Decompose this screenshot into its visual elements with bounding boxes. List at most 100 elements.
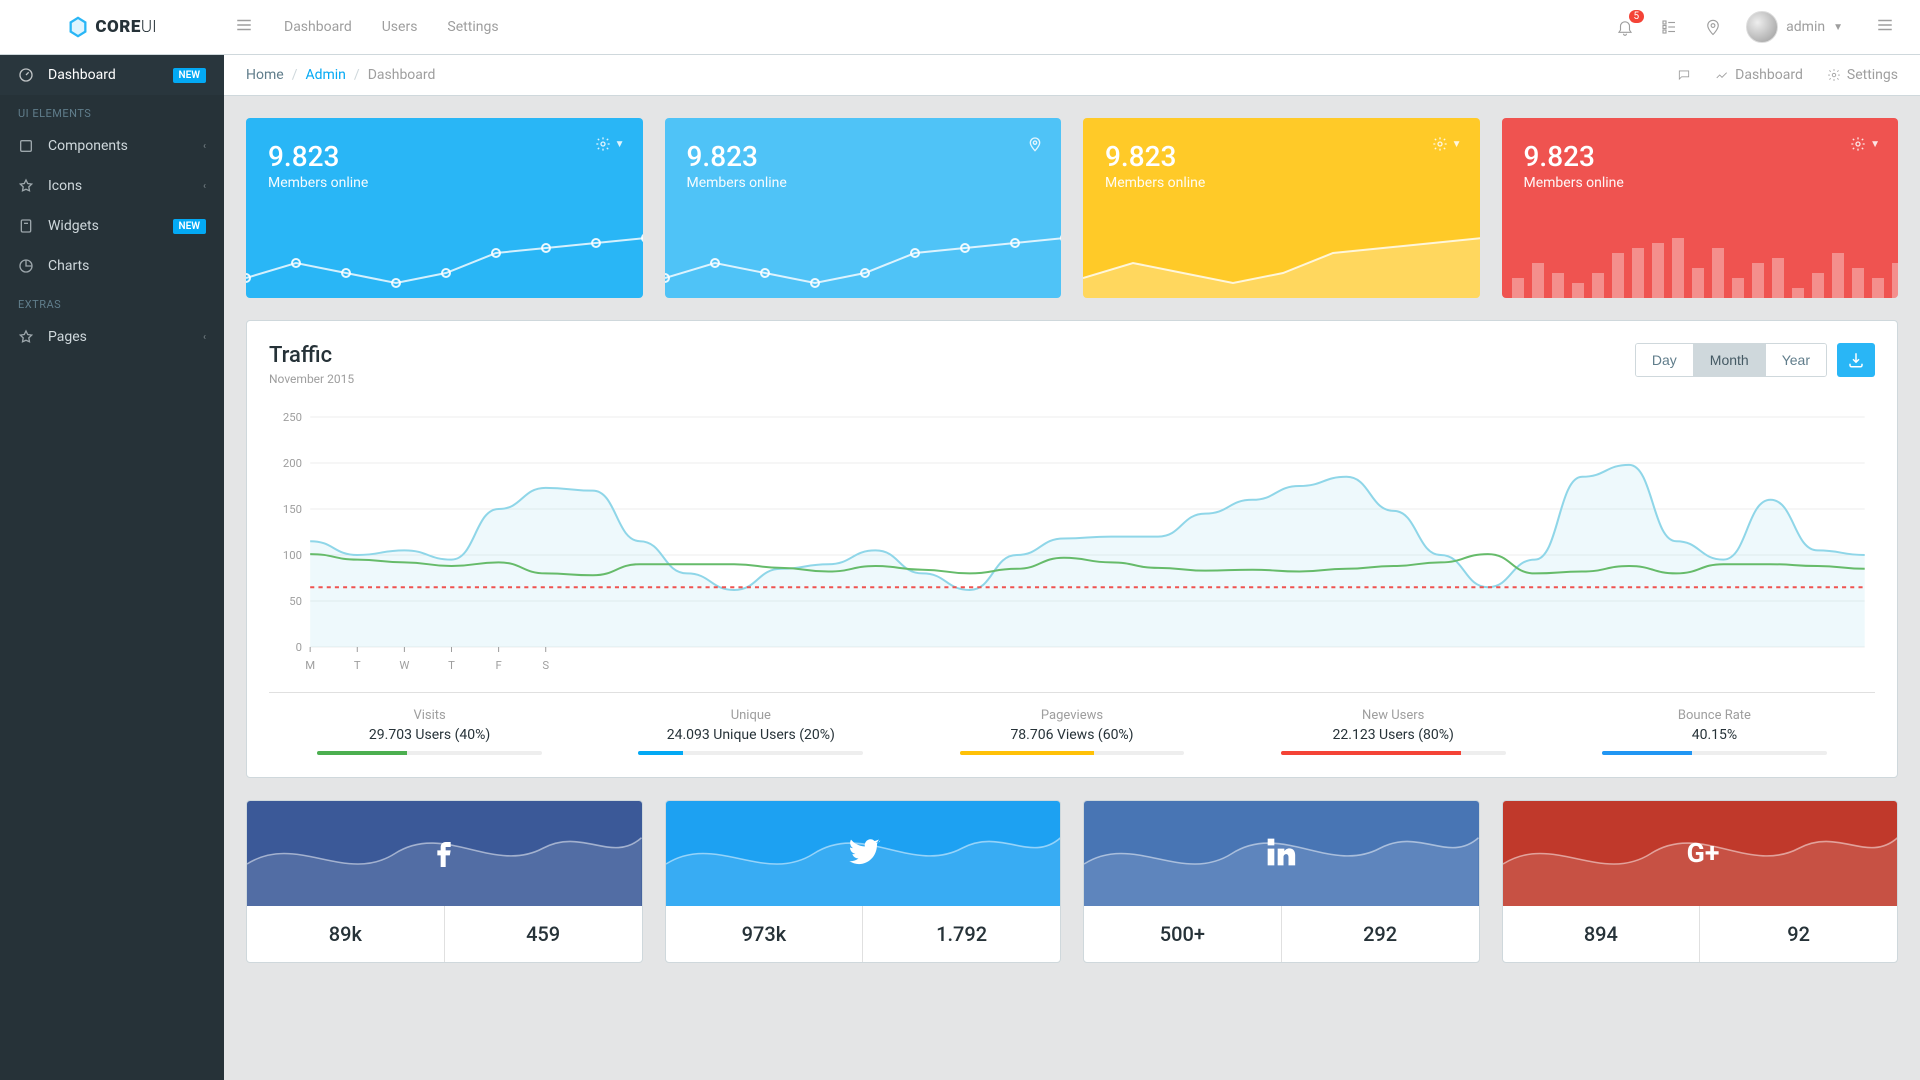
breadcrumb-current: Dashboard <box>368 67 436 83</box>
stat-value: 9.823 <box>687 140 1040 173</box>
breadcrumb-link[interactable]: Admin <box>305 67 345 83</box>
traffic-footer: Visits 29.703 Users (40%)Unique 24.093 Uni… <box>269 692 1875 755</box>
social-stat-a: 89k <box>247 906 445 962</box>
star-icon <box>18 178 34 194</box>
footer-title: Pageviews <box>911 708 1232 723</box>
social-stat-a: 894 <box>1503 906 1701 962</box>
sidebar-item-components[interactable]: Components ‹ <box>0 126 224 166</box>
sidebar-toggle-icon[interactable] <box>224 16 264 38</box>
traffic-footer-item: Bounce Rate 40.15% <box>1554 708 1875 755</box>
speedometer-icon <box>18 67 34 83</box>
range-month[interactable]: Month <box>1694 344 1766 376</box>
sidebar: Dashboard NEW UI ELEMENTS Components ‹ I… <box>0 55 224 1080</box>
sidebar-item-icons[interactable]: Icons ‹ <box>0 166 224 206</box>
footer-title: Bounce Rate <box>1554 708 1875 723</box>
breadcrumb-action-dashboard[interactable]: Dashboard <box>1715 67 1803 83</box>
progress-bar <box>1602 751 1827 755</box>
svg-text:G+: G+ <box>1686 837 1719 869</box>
new-badge: NEW <box>173 219 207 234</box>
footer-value: 29.703 Users (40%) <box>269 727 590 743</box>
progress-bar <box>1281 751 1506 755</box>
traffic-footer-item: New Users 22.123 Users (80%) <box>1233 708 1554 755</box>
range-year[interactable]: Year <box>1766 344 1826 376</box>
download-button[interactable] <box>1837 343 1875 377</box>
sidebar-label: Charts <box>48 258 89 274</box>
social-card-linkedin: 500+292 <box>1083 800 1480 963</box>
top-nav-link[interactable]: Settings <box>447 19 498 35</box>
gear-icon[interactable]: ▼ <box>1850 136 1880 152</box>
svg-text:F: F <box>495 659 501 672</box>
notifications-icon[interactable]: 5 <box>1614 16 1636 38</box>
footer-value: 40.15% <box>1554 727 1875 743</box>
star-icon <box>18 329 34 345</box>
range-toggle: DayMonthYear <box>1635 343 1827 377</box>
gear-icon[interactable]: ▼ <box>595 136 625 152</box>
footer-value: 78.706 Views (60%) <box>911 727 1232 743</box>
facebook-icon <box>424 832 464 876</box>
twitter-icon <box>843 832 883 876</box>
sidebar-label: Icons <box>48 178 82 194</box>
location-icon[interactable] <box>1702 16 1724 38</box>
social-card-google-plus: G+ 89492 <box>1502 800 1899 963</box>
progress-bar <box>317 751 542 755</box>
sidebar-label: Pages <box>48 329 87 345</box>
puzzle-icon <box>18 138 34 154</box>
notifications-badge: 5 <box>1629 10 1645 23</box>
stat-label: Members online <box>1105 175 1458 191</box>
stat-card: ▼9.823Members online <box>1502 118 1899 298</box>
sidebar-item-pages[interactable]: Pages ‹ <box>0 317 224 357</box>
svg-text:M: M <box>305 659 315 672</box>
stat-value: 9.823 <box>1105 140 1458 173</box>
gear-icon[interactable] <box>1027 136 1043 152</box>
breadcrumb-action-settings[interactable]: Settings <box>1827 67 1898 83</box>
sidebar-item-widgets[interactable]: Widgets NEW <box>0 206 224 246</box>
sidebar-section: UI ELEMENTS <box>0 95 224 126</box>
breadcrumb-action-speech[interactable] <box>1677 67 1691 83</box>
breadcrumb-home[interactable]: Home <box>246 67 284 83</box>
user-menu[interactable]: admin ▼ <box>1746 11 1843 43</box>
footer-title: New Users <box>1233 708 1554 723</box>
svg-text:200: 200 <box>283 457 302 470</box>
social-top <box>666 801 1061 906</box>
traffic-footer-item: Unique 24.093 Unique Users (20%) <box>590 708 911 755</box>
brand-logo[interactable]: COREUI <box>0 16 224 38</box>
range-day[interactable]: Day <box>1636 344 1694 376</box>
traffic-title: Traffic <box>269 343 354 368</box>
footer-value: 24.093 Unique Users (20%) <box>590 727 911 743</box>
traffic-card: Traffic November 2015 DayMonthYear 05010… <box>246 320 1898 778</box>
gear-icon[interactable]: ▼ <box>1432 136 1462 152</box>
pie-icon <box>18 258 34 274</box>
social-stat-b: 459 <box>445 906 642 962</box>
svg-text:250: 250 <box>283 411 302 424</box>
aside-toggle-icon[interactable] <box>1865 16 1905 38</box>
sidebar-label: Dashboard <box>48 67 116 83</box>
sidebar-item-charts[interactable]: Charts <box>0 246 224 286</box>
sidebar-item-dashboard[interactable]: Dashboard NEW <box>0 55 224 95</box>
google-plus-icon: G+ <box>1680 832 1720 876</box>
footer-title: Unique <box>590 708 911 723</box>
social-card-twitter: 973k1.792 <box>665 800 1062 963</box>
sidebar-label: Widgets <box>48 218 99 234</box>
top-nav-link[interactable]: Dashboard <box>284 19 352 35</box>
top-nav-link[interactable]: Users <box>382 19 418 35</box>
new-badge: NEW <box>173 68 207 83</box>
progress-bar <box>638 751 863 755</box>
footer-title: Visits <box>269 708 590 723</box>
sidebar-section: EXTRAS <box>0 286 224 317</box>
svg-text:150: 150 <box>283 503 302 516</box>
top-nav: Dashboard Users Settings <box>284 19 499 35</box>
social-stat-b: 92 <box>1700 906 1897 962</box>
footer-value: 22.123 Users (80%) <box>1233 727 1554 743</box>
stat-card: ▼9.823Members online <box>246 118 643 298</box>
social-top <box>247 801 642 906</box>
tasks-icon[interactable] <box>1658 16 1680 38</box>
chevron-left-icon: ‹ <box>203 332 206 343</box>
traffic-chart: 050100150200250MTWTFS <box>269 407 1875 677</box>
social-card-facebook: 89k459 <box>246 800 643 963</box>
traffic-subtitle: November 2015 <box>269 372 354 386</box>
social-top <box>1084 801 1479 906</box>
chevron-left-icon: ‹ <box>203 181 206 192</box>
stat-value: 9.823 <box>268 140 621 173</box>
stat-label: Members online <box>687 175 1040 191</box>
stat-value: 9.823 <box>1524 140 1877 173</box>
